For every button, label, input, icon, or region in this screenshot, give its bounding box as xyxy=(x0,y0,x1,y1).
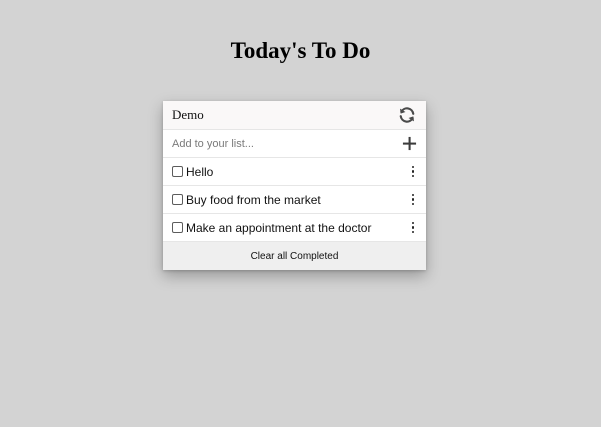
plus-icon[interactable] xyxy=(402,136,417,151)
list-item: Buy food from the market xyxy=(163,186,426,214)
clear-completed-button[interactable]: Clear all Completed xyxy=(163,242,426,270)
item-checkbox[interactable] xyxy=(172,222,183,233)
item-text: Hello xyxy=(186,164,214,179)
item-text: Make an appointment at the doctor xyxy=(186,220,372,235)
list-item: Hello xyxy=(163,158,426,186)
more-vertical-icon[interactable] xyxy=(408,165,418,179)
list-item: Make an appointment at the doctor xyxy=(163,214,426,242)
add-item-input[interactable] xyxy=(172,137,382,150)
page-title: Today's To Do xyxy=(230,38,371,63)
todo-card: Demo Hello Buy food from the market xyxy=(163,101,426,270)
item-checkbox[interactable] xyxy=(172,166,183,177)
card-header: Demo xyxy=(163,101,426,130)
more-vertical-icon[interactable] xyxy=(408,193,418,207)
item-checkbox[interactable] xyxy=(172,194,183,205)
more-vertical-icon[interactable] xyxy=(408,221,418,235)
add-item-row xyxy=(163,130,426,158)
item-text: Buy food from the market xyxy=(186,192,321,207)
refresh-icon[interactable] xyxy=(397,105,417,125)
list-title: Demo xyxy=(172,107,204,122)
